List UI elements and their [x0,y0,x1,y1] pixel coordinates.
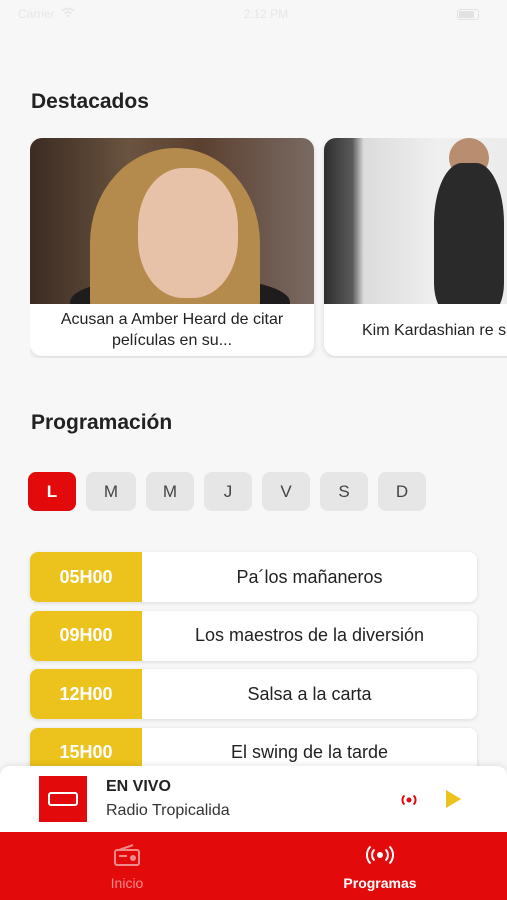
schedule-time: 09H00 [30,610,142,661]
live-label: EN VIVO [106,778,171,795]
status-time: 2:12 PM [243,7,289,21]
tab-label: Inicio [110,875,144,891]
schedule-list: 05H00 Pa´los mañaneros 09H00 Los maestro… [30,552,477,786]
day-button-martes[interactable]: M [86,472,136,511]
day-selector: L M M J V S D [28,472,426,511]
now-playing-bar[interactable]: EN VIVO Radio Tropicalida [0,766,507,834]
schedule-program-name: Salsa a la carta [247,683,372,704]
featured-caption: Acusan a Amber Heard de citar películas … [60,311,284,349]
schedule-program-name: Los maestros de la diversión [194,625,425,645]
tab-programas[interactable]: Programas [334,844,426,891]
broadcast-icon [366,844,394,871]
schedule-row[interactable]: 12H00 Salsa a la carta [30,669,477,719]
tab-inicio[interactable]: Inicio [104,844,150,891]
schedule-time: 12H00 [30,669,142,719]
broadcast-icon[interactable] [398,791,420,809]
station-name: Radio Tropicalida [106,802,230,819]
day-button-miercoles[interactable]: M [146,472,194,511]
play-icon[interactable] [446,790,461,808]
wifi-icon [61,7,75,21]
tab-label: Programas [343,875,417,891]
featured-image [30,138,314,304]
schedule-time: 05H00 [30,552,142,602]
radio-icon [113,844,141,871]
battery-icon [457,8,479,20]
featured-card[interactable]: Kim Kardashian re segundo vestido M [324,138,507,356]
status-bar: Carrier 2:12 PM [0,0,507,28]
day-button-sabado[interactable]: S [320,472,368,511]
day-button-viernes[interactable]: V [262,472,310,511]
day-button-lunes[interactable]: L [28,472,76,511]
schedule-row[interactable]: 05H00 Pa´los mañaneros [30,552,477,602]
day-button-domingo[interactable]: D [378,472,426,511]
section-title-programacion: Programación [31,411,173,434]
day-button-jueves[interactable]: J [204,472,252,511]
station-logo [39,776,87,822]
carrier-label: Carrier [18,7,55,21]
section-title-destacados: Destacados [31,90,149,113]
featured-image [324,138,507,304]
featured-card[interactable]: Acusan a Amber Heard de citar películas … [30,138,314,356]
schedule-row[interactable]: 09H00 Los maestros de la diversión [30,610,477,661]
featured-carousel[interactable]: Acusan a Amber Heard de citar películas … [30,138,507,358]
tab-bar: Inicio Programas [0,832,507,900]
featured-caption: Kim Kardashian re segundo vestido M [362,321,507,339]
schedule-program-name: Pa´los mañaneros [236,566,383,587]
